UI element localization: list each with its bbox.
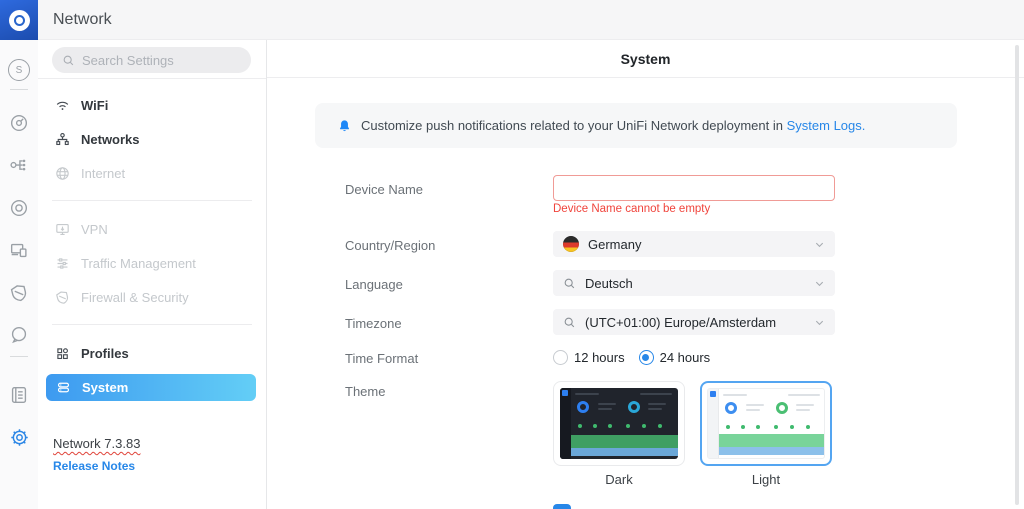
sidebar-item-vpn[interactable]: VPN	[38, 214, 266, 244]
theme-option-dark[interactable]	[553, 381, 685, 466]
rail-divider	[10, 89, 28, 90]
profiles-icon	[53, 344, 71, 362]
sidebar-item-wifi[interactable]: WiFi	[38, 90, 266, 120]
settings-sidebar: Search Settings WiFi Networks Internet V…	[38, 40, 267, 509]
system-log-button[interactable]	[7, 383, 31, 407]
search-icon	[564, 278, 575, 288]
notification-banner: Customize push notifications related to …	[315, 103, 957, 148]
sidebar-item-firewall-security[interactable]: Firewall & Security	[38, 282, 266, 312]
time-format-label: Time Format	[345, 351, 419, 366]
timezone-select[interactable]: (UTC+01:00) Europe/Amsterdam	[553, 309, 835, 335]
chevron-down-icon	[815, 242, 824, 247]
theme-option-light[interactable]	[700, 381, 832, 466]
light-theme-preview-image	[707, 388, 825, 459]
radio-12-hours[interactable]: 12 hours	[553, 350, 625, 365]
timezone-label: Timezone	[345, 316, 402, 331]
dashboard-button[interactable]	[7, 111, 31, 135]
search-icon	[63, 55, 74, 65]
wifi-icon	[53, 96, 71, 114]
divider	[38, 78, 266, 79]
content-header: System	[267, 40, 1024, 78]
dark-theme-preview-image	[560, 388, 678, 459]
globe-icon	[53, 164, 71, 182]
radio-icon	[553, 350, 568, 365]
dark-theme-caption: Dark	[605, 472, 633, 487]
dashboard-icon	[10, 114, 28, 132]
banner-text: Customize push notifications related to …	[361, 118, 866, 133]
bell-icon	[339, 119, 350, 131]
sidebar-item-internet[interactable]: Internet	[38, 158, 266, 188]
sidebar-item-label: Firewall & Security	[81, 289, 189, 305]
topology-button[interactable]	[7, 153, 31, 177]
unifi-logo[interactable]	[0, 0, 38, 40]
language-label: Language	[345, 277, 403, 292]
language-value: Deutsch	[585, 275, 633, 291]
chat-bubble-icon	[11, 326, 27, 344]
topology-icon	[10, 159, 26, 171]
unifi-devices-button[interactable]	[7, 196, 31, 220]
device-name-error: Device Name cannot be empty	[553, 203, 711, 215]
traffic-management-icon	[53, 254, 71, 272]
search-settings-input[interactable]: Search Settings	[52, 47, 251, 73]
release-notes-link[interactable]: Release Notes	[53, 459, 135, 473]
theme-label: Theme	[345, 384, 386, 399]
language-select[interactable]: Deutsch	[553, 270, 835, 296]
app-title: Network	[53, 10, 112, 28]
firewall-shield-icon	[53, 288, 71, 306]
settings-button[interactable]	[7, 425, 31, 449]
sidebar-item-networks[interactable]: Networks	[38, 124, 266, 154]
country-select[interactable]: Germany	[553, 231, 835, 257]
chevron-down-icon	[815, 320, 824, 325]
sidebar-item-label: Networks	[81, 131, 140, 147]
app-rail: S	[0, 0, 38, 509]
security-button[interactable]	[7, 281, 31, 305]
search-placeholder: Search Settings	[82, 52, 174, 68]
assistant-button[interactable]	[7, 323, 31, 347]
sidebar-item-label: VPN	[81, 221, 108, 237]
version-text: Network 7.3.83	[53, 436, 141, 451]
main-content: System Customize push notifications rela…	[267, 40, 1024, 509]
site-s-icon: S	[8, 59, 30, 81]
client-devices-button[interactable]	[7, 238, 31, 262]
sidebar-item-profiles[interactable]: Profiles	[38, 338, 266, 368]
sidebar-item-system[interactable]: System	[46, 374, 256, 401]
sidebar-item-label: Profiles	[81, 345, 129, 361]
system-icon	[54, 379, 72, 397]
unifi-logo-icon	[8, 9, 30, 31]
timezone-value: (UTC+01:00) Europe/Amsterdam	[585, 314, 777, 330]
chevron-down-icon	[815, 281, 824, 286]
germany-flag-icon	[563, 236, 579, 252]
sidebar-item-label: System	[82, 380, 129, 395]
light-theme-caption: Light	[751, 472, 781, 487]
system-logs-link[interactable]: System Logs.	[787, 118, 866, 133]
page-title: System	[620, 50, 671, 67]
device-name-input[interactable]	[553, 175, 835, 201]
rail-divider	[10, 356, 28, 357]
vertical-scrollbar[interactable]	[1015, 45, 1019, 505]
sidebar-item-label: Internet	[81, 165, 126, 181]
partial-checkbox[interactable]	[553, 504, 571, 509]
settings-gear-icon	[10, 428, 28, 446]
shield-icon	[10, 285, 27, 302]
devices-ring-icon	[10, 199, 28, 217]
sidebar-item-label: WiFi	[81, 97, 109, 113]
sidebar-item-label: Traffic Management	[81, 255, 196, 271]
sidebar-item-traffic-management[interactable]: Traffic Management	[38, 248, 266, 278]
radio-icon	[638, 350, 654, 365]
logs-icon	[11, 386, 27, 404]
divider	[52, 324, 252, 325]
site-button[interactable]: S	[7, 58, 31, 82]
country-label: Country/Region	[345, 238, 436, 253]
top-bar: Network	[38, 0, 1024, 40]
radio-24-hours[interactable]: 24 hours	[638, 350, 710, 365]
networks-icon	[53, 130, 71, 148]
device-name-label: Device Name	[345, 182, 424, 197]
divider	[52, 200, 252, 201]
time-format-group: 12 hours 24 hours	[553, 350, 710, 365]
country-value: Germany	[588, 236, 642, 252]
client-devices-icon	[10, 243, 27, 258]
search-icon	[564, 317, 575, 327]
vpn-icon	[53, 220, 71, 238]
